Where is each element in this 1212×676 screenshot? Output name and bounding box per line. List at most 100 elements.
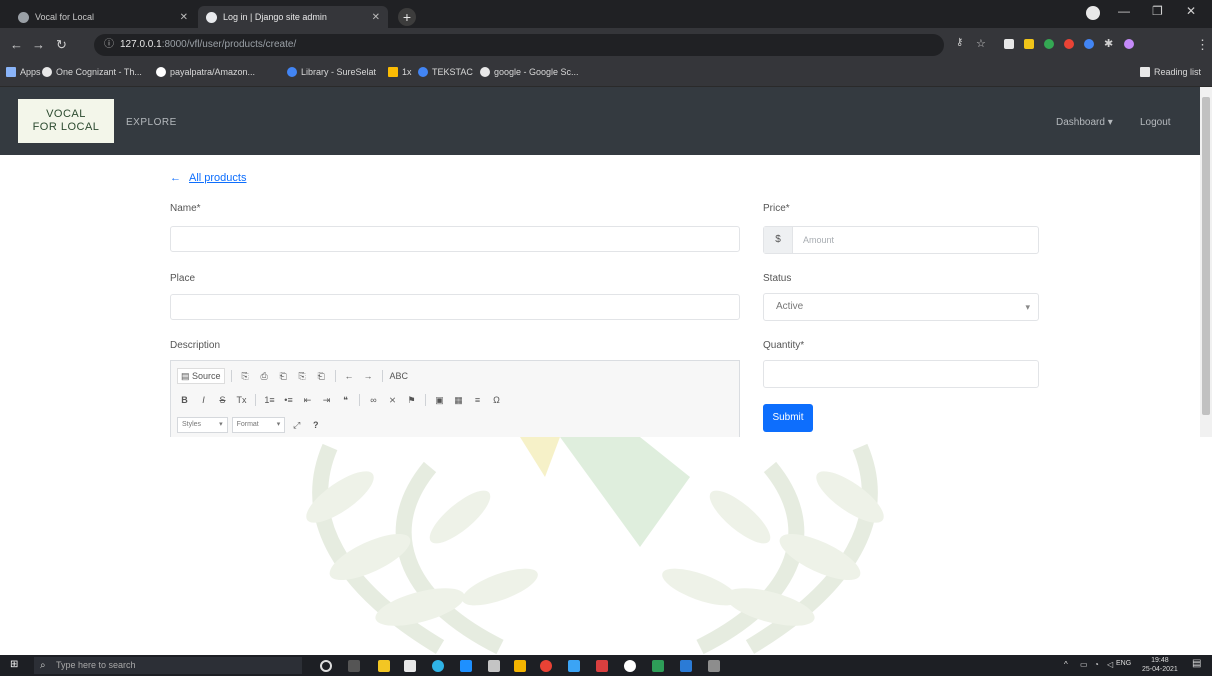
nav-dashboard-dropdown[interactable]: Dashboard ▾ [1056,117,1113,128]
app-icon[interactable] [568,660,580,672]
source-button[interactable]: ▤ Source [177,368,225,384]
minimize-button[interactable]: — [1118,4,1130,18]
browser-tab-django-admin[interactable]: Log in | Django site admin ✕ [198,6,388,28]
table-icon[interactable]: ▦ [451,393,466,407]
forward-arrow-icon[interactable]: → [32,37,45,52]
italic-icon[interactable]: I [196,393,211,407]
unlink-icon[interactable]: ⨯ [385,393,400,407]
key-icon[interactable]: ⚷ [956,37,963,48]
app-icon[interactable] [514,660,526,672]
file-explorer-icon[interactable] [378,660,390,672]
special-char-icon[interactable]: Ω [489,393,504,407]
app-icon[interactable] [652,660,664,672]
notification-icon[interactable]: ▤ [1192,658,1201,669]
maximize-icon[interactable]: ⤢ [289,418,304,432]
remove-format-icon[interactable]: Tx [234,393,249,407]
extension-icon[interactable] [1044,39,1054,49]
puzzle-icon[interactable]: ✱ [1104,37,1113,50]
paste-icon[interactable]: ⎗ [276,369,291,383]
nav-logout-link[interactable]: Logout [1140,117,1171,128]
reading-list[interactable]: Reading list [1140,67,1201,77]
browser-tab-vocal-for-local[interactable]: Vocal for Local ✕ [10,6,196,28]
app-icon[interactable] [488,660,500,672]
styles-dropdown[interactable]: Styles ▾ [177,417,228,433]
site-logo[interactable]: VOCAL FOR LOCAL [18,99,114,143]
extension-icon[interactable] [1024,39,1034,49]
price-input[interactable]: Amount [793,227,834,253]
app-icon[interactable] [708,660,720,672]
cortana-icon[interactable] [320,660,332,672]
horizontal-rule-icon[interactable]: ≡ [470,393,485,407]
store-icon[interactable] [404,660,416,672]
image-icon[interactable]: ▣ [432,393,447,407]
submit-button[interactable]: Submit [763,404,813,432]
bookmark-label: Apps [20,67,41,77]
place-input[interactable] [170,294,740,320]
name-input[interactable] [170,226,740,252]
battery-icon[interactable]: ▭ [1080,660,1088,669]
bulleted-list-icon[interactable]: •≡ [281,393,296,407]
back-arrow-icon[interactable]: ← [10,37,23,52]
format-dropdown[interactable]: Format ▾ [231,417,286,433]
spellcheck-icon[interactable]: ABC [389,369,410,383]
bookmark-github[interactable]: payalpatra/Amazon... [156,67,255,77]
copy-icon[interactable]: ⎙ [257,369,272,383]
maximize-button[interactable]: ❐ [1152,4,1163,18]
windows-start-icon[interactable]: ⊞ [10,660,20,670]
blockquote-icon[interactable]: ❝ [338,393,353,407]
mail-icon[interactable] [460,660,472,672]
profile-icon[interactable] [1086,6,1100,20]
tray-up-icon[interactable]: ^ [1064,660,1068,669]
app-icon[interactable] [596,660,608,672]
help-icon[interactable]: ? [308,418,323,432]
quantity-input[interactable] [763,360,1039,388]
task-view-icon[interactable] [348,660,360,672]
extension-icon[interactable] [1064,39,1074,49]
taskbar-search-box[interactable]: ⌕ Type here to search [34,657,302,674]
scrollbar-thumb[interactable] [1202,97,1210,415]
star-icon[interactable]: ☆ [976,37,986,50]
address-bar[interactable]: ⓘ 127.0.0.1:8000/vfl/user/products/create… [94,34,944,56]
menu-icon[interactable]: ⋮ [1196,37,1209,53]
app-icon[interactable] [624,660,636,672]
link-icon[interactable]: ∞ [366,393,381,407]
network-icon[interactable]: ◔ [1094,660,1099,669]
bookmark-google-scholar[interactable]: google - Google Sc... [480,67,579,77]
taskbar-clock[interactable]: 19:48 25-04-2021 [1142,656,1178,674]
vscode-icon[interactable] [680,660,692,672]
edge-icon[interactable] [432,660,444,672]
bold-icon[interactable]: B [177,393,192,407]
language-indicator[interactable]: ENG [1116,660,1131,667]
redo-icon[interactable]: → [361,369,376,383]
bookmark-1x[interactable]: 1x [388,67,412,77]
nav-explore-link[interactable]: EXPLORE [126,117,177,128]
bookmark-one-cognizant[interactable]: One Cognizant - Th... [42,67,142,77]
extension-icon[interactable] [1084,39,1094,49]
close-window-button[interactable]: ✕ [1186,4,1196,18]
outdent-icon[interactable]: ⇤ [300,393,315,407]
strike-icon[interactable]: S [215,393,230,407]
all-products-link[interactable]: ← All products [170,172,246,184]
status-select[interactable]: Active ▾ [763,293,1039,321]
rich-text-editor[interactable]: ▤ Source ⎘ ⎙ ⎗ ⎘ ⎗ ← → ABC B I S Tx 1≡ •… [170,360,740,437]
page-scrollbar[interactable] [1200,87,1212,437]
bookmark-apps[interactable]: Apps [6,67,41,77]
volume-icon[interactable]: ◁ [1107,660,1113,669]
indent-icon[interactable]: ⇥ [319,393,334,407]
paste-word-icon[interactable]: ⎗ [314,369,329,383]
chrome-icon[interactable] [540,660,552,672]
close-icon[interactable]: ✕ [372,12,380,23]
anchor-flag-icon[interactable]: ⚑ [404,393,419,407]
bookmark-library[interactable]: Library - SureSelat [287,67,376,77]
info-icon[interactable]: ⓘ [104,39,114,50]
bookmark-tekstac[interactable]: TEKSTAC [418,67,473,77]
cut-icon[interactable]: ⎘ [238,369,253,383]
extension-icon[interactable] [1004,39,1014,49]
paste-text-icon[interactable]: ⎘ [295,369,310,383]
reload-icon[interactable]: ↻ [56,37,67,53]
new-tab-button[interactable]: + [398,8,416,26]
avatar[interactable] [1124,39,1134,49]
numbered-list-icon[interactable]: 1≡ [262,393,277,407]
close-icon[interactable]: ✕ [180,12,188,23]
undo-icon[interactable]: ← [342,369,357,383]
